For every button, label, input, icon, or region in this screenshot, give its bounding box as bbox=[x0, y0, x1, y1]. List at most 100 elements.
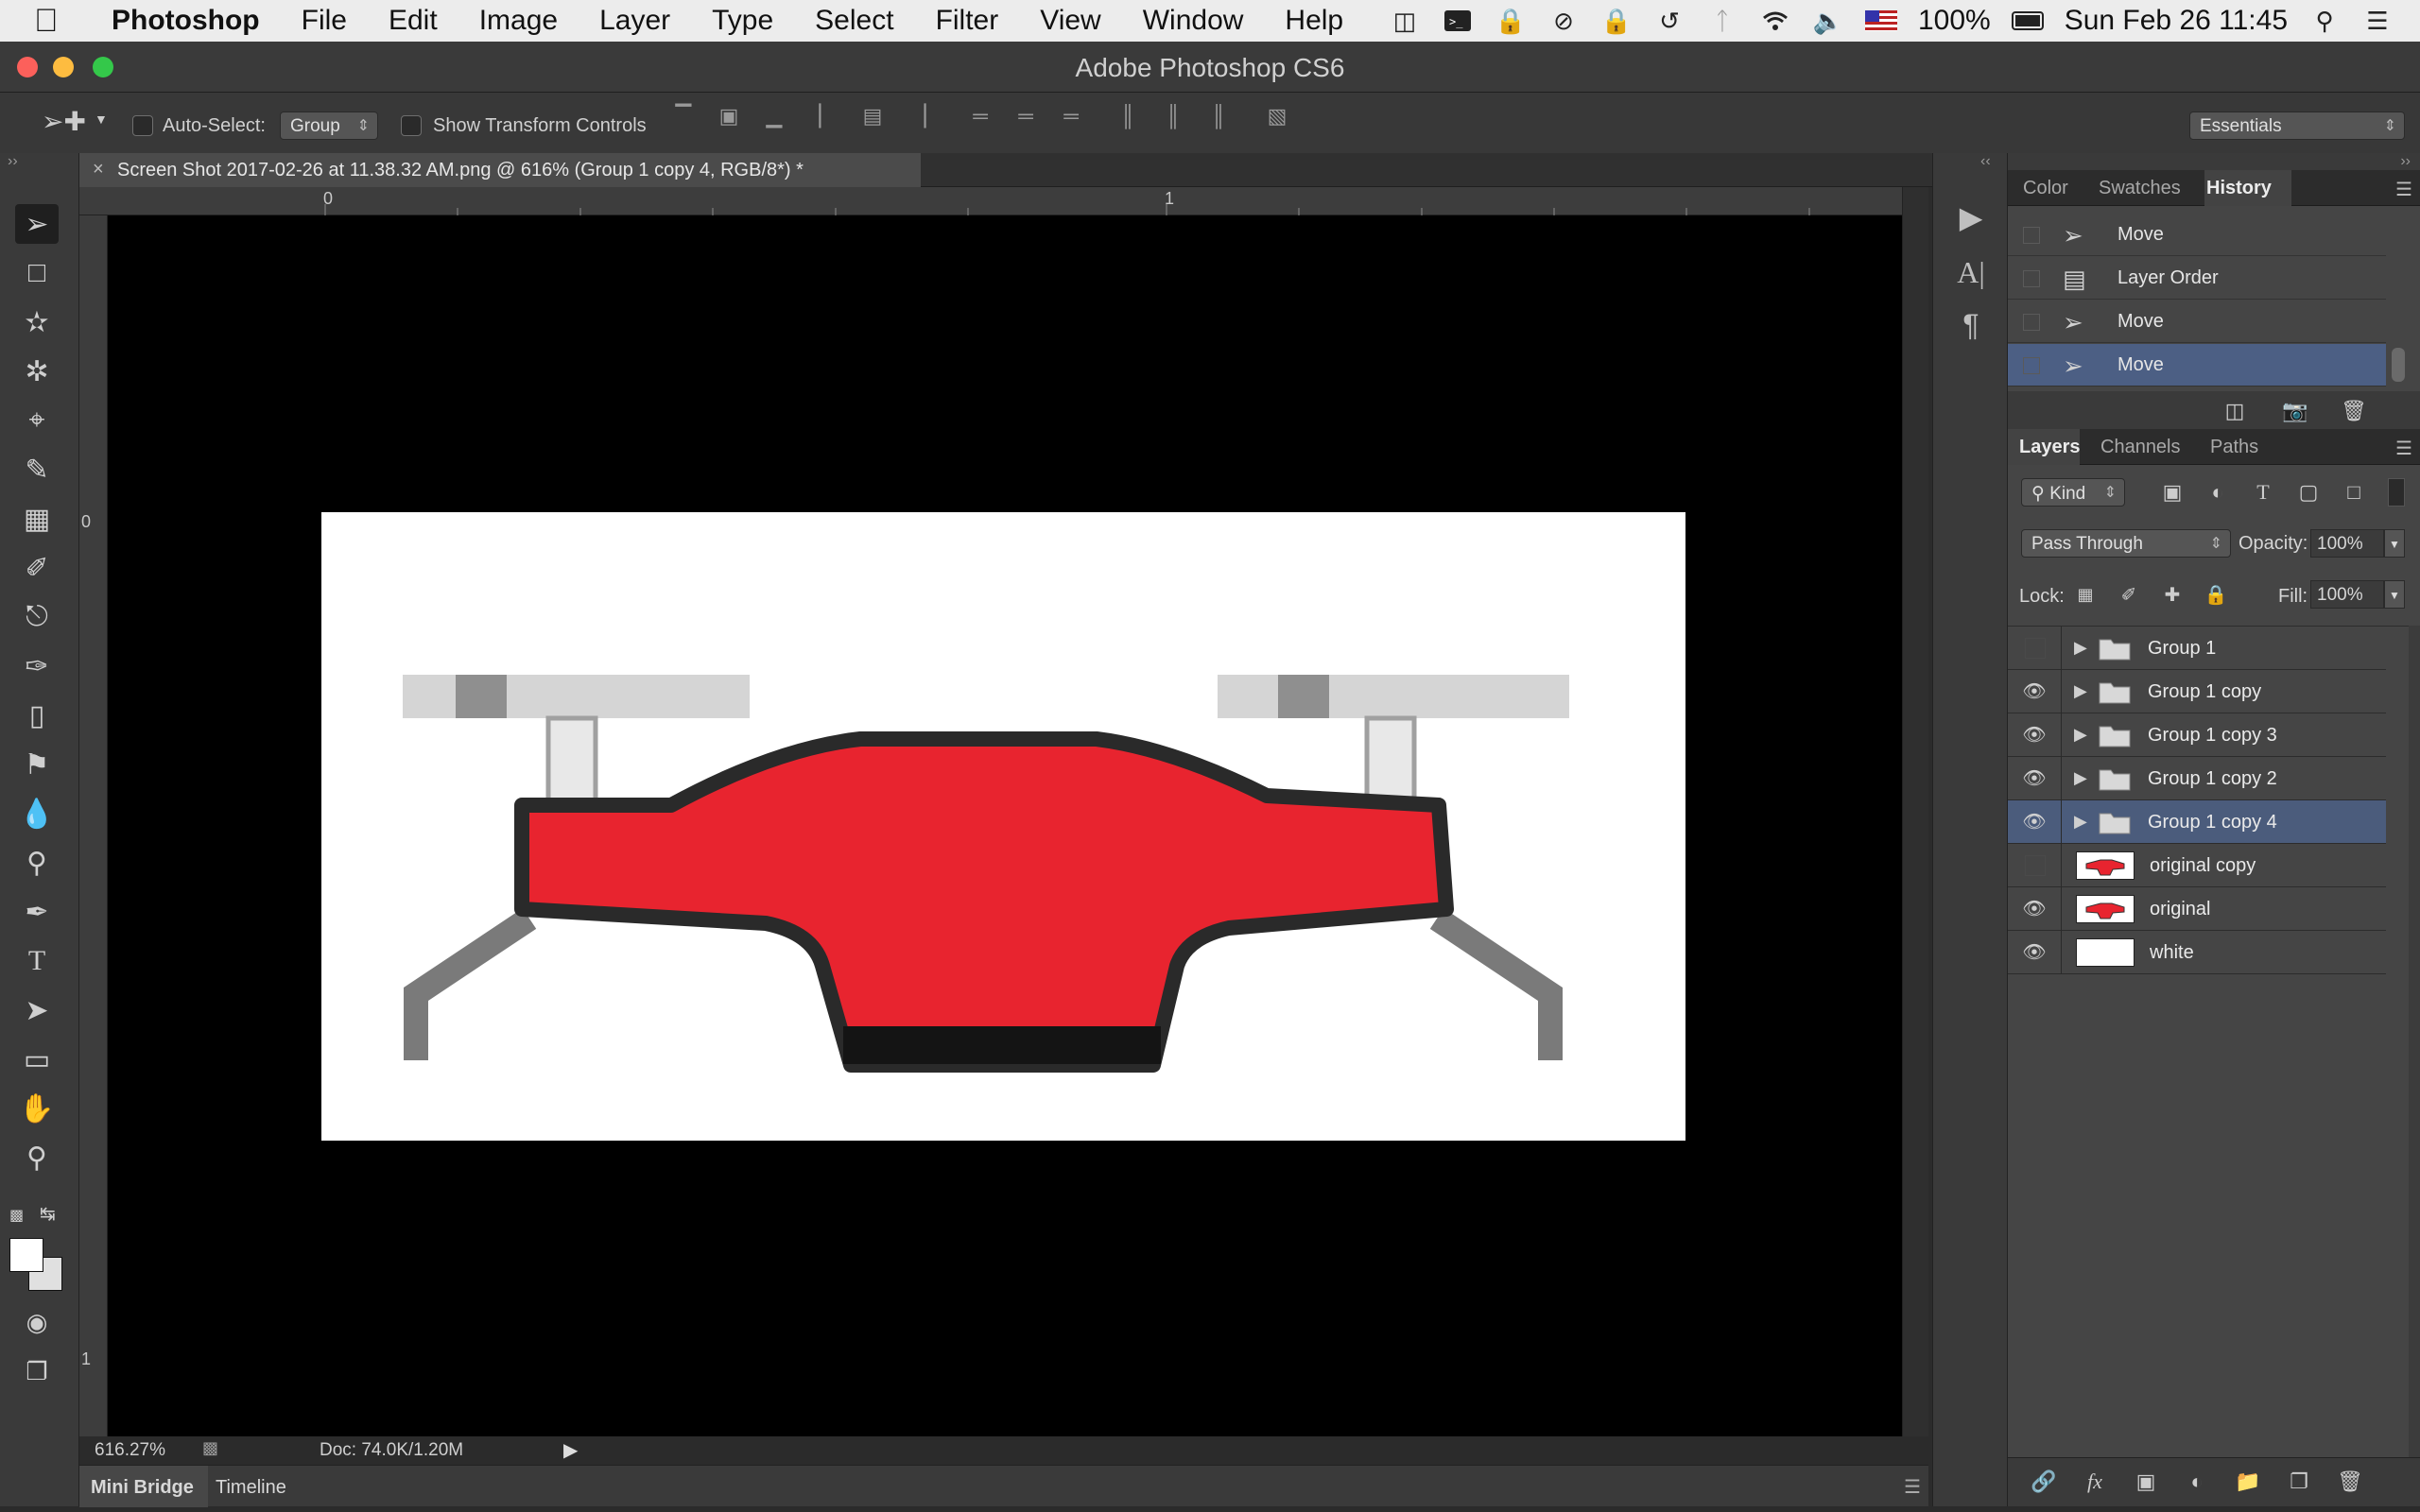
status-menu-arrow-icon[interactable]: ▶ bbox=[563, 1438, 578, 1462]
tab-channels[interactable]: Channels bbox=[2100, 437, 2181, 458]
expand-arrow-icon[interactable]: ▶ bbox=[2074, 638, 2087, 658]
menubar-clock[interactable]: Sun Feb 26 11:45 bbox=[2065, 5, 2288, 37]
zoom-level[interactable]: 616.27% bbox=[95, 1440, 165, 1461]
lock-all-icon[interactable]: 🔒 bbox=[2201, 580, 2231, 609]
visibility-toggle-empty[interactable] bbox=[2025, 855, 2046, 876]
menu-image[interactable]: Image bbox=[458, 5, 579, 37]
align-vcenter-icon[interactable]: ▣ bbox=[715, 104, 743, 132]
distribute-right-icon[interactable]: ║ bbox=[1204, 104, 1233, 132]
filter-toggle-switch[interactable] bbox=[2388, 478, 2405, 507]
dodge-tool-icon[interactable]: ⚲ bbox=[15, 843, 59, 883]
battery-icon[interactable] bbox=[2011, 7, 2044, 35]
eye-icon[interactable]: 👁 bbox=[2021, 766, 2048, 791]
new-group-icon[interactable]: 📁 bbox=[2233, 1468, 2263, 1496]
layers-scrollbar[interactable] bbox=[2409, 626, 2420, 1457]
chevron-down-icon[interactable]: ▼ bbox=[95, 112, 108, 127]
paint-bucket-tool-icon[interactable]: ⚑ bbox=[15, 745, 59, 784]
layer-row[interactable]: 👁 ▶ Group 1 copy bbox=[2008, 670, 2386, 713]
brush-tool-icon[interactable]: ✐ bbox=[15, 548, 59, 588]
paragraph-panel-icon[interactable]: ¶ bbox=[1950, 304, 1992, 346]
expand-arrow-icon[interactable]: ▶ bbox=[2074, 681, 2087, 701]
eyedropper-tool-icon[interactable]: ✎ bbox=[15, 450, 59, 490]
filter-smart-object-icon[interactable]: □ bbox=[2339, 478, 2369, 507]
workspace-dropdown[interactable]: Essentials bbox=[2189, 112, 2405, 140]
move-tool-icon[interactable]: ➢ bbox=[15, 204, 59, 244]
default-colors-icon[interactable]: ▩ bbox=[9, 1206, 24, 1225]
menu-help[interactable]: Help bbox=[1264, 5, 1364, 37]
tab-history[interactable]: History bbox=[2206, 178, 2272, 199]
actions-play-icon[interactable]: ▶ bbox=[1950, 197, 1992, 238]
distribute-left-icon[interactable]: ║ bbox=[1114, 104, 1142, 132]
link-layers-icon[interactable]: 🔗 bbox=[2029, 1468, 2059, 1496]
eye-icon[interactable]: 👁 bbox=[2021, 679, 2048, 704]
menu-edit[interactable]: Edit bbox=[368, 5, 458, 37]
swap-colors-icon[interactable]: ↹ bbox=[40, 1202, 56, 1226]
blur-tool-icon[interactable]: 💧 bbox=[15, 794, 59, 833]
lock-icon[interactable]: 🔒 bbox=[1600, 7, 1633, 35]
crop-tool-icon[interactable]: ⌖ bbox=[15, 401, 59, 440]
layer-row[interactable]: 👁 white bbox=[2008, 931, 2386, 974]
delete-layer-icon[interactable]: 🗑 bbox=[2335, 1468, 2365, 1496]
path-selection-tool-icon[interactable]: ➤ bbox=[15, 990, 59, 1030]
sync-icon[interactable]: ⊘ bbox=[1547, 7, 1580, 35]
pen-tool-icon[interactable]: ✒ bbox=[15, 892, 59, 932]
filter-adjustment-icon[interactable]: ◐ bbox=[2203, 478, 2233, 507]
layer-row[interactable]: 👁 ▶ Group 1 copy 2 bbox=[2008, 757, 2386, 800]
horizontal-ruler[interactable]: 0 1 bbox=[79, 187, 1902, 215]
add-mask-icon[interactable]: ▣ bbox=[2131, 1468, 2161, 1496]
eye-icon[interactable]: 👁 bbox=[2021, 810, 2048, 834]
lasso-tool-icon[interactable]: ✫ bbox=[15, 302, 59, 342]
tab-timeline[interactable]: Timeline bbox=[216, 1477, 286, 1499]
align-left-icon[interactable]: ▏ bbox=[813, 104, 841, 132]
foreground-color-swatch[interactable] bbox=[9, 1238, 43, 1272]
eye-icon[interactable]: 👁 bbox=[2021, 723, 2048, 747]
lock-transparency-icon[interactable]: ▦ bbox=[2070, 580, 2100, 609]
expand-arrow-icon[interactable]: ▶ bbox=[2074, 812, 2087, 832]
history-item[interactable]: ➢ Move bbox=[2008, 214, 2386, 256]
layer-row[interactable]: 👁 original bbox=[2008, 887, 2386, 931]
tab-mini-bridge[interactable]: Mini Bridge bbox=[91, 1477, 194, 1499]
menu-filter[interactable]: Filter bbox=[915, 5, 1020, 37]
expand-arrow-icon[interactable]: ▶ bbox=[2074, 725, 2087, 745]
healing-brush-tool-icon[interactable]: ▦ bbox=[15, 499, 59, 539]
flag-icon[interactable] bbox=[1864, 10, 1897, 31]
history-brush-tool-icon[interactable]: ✑ bbox=[15, 646, 59, 686]
zoom-tool-icon[interactable]: ⚲ bbox=[15, 1138, 59, 1177]
adjustment-layer-icon[interactable]: ◐ bbox=[2182, 1468, 2212, 1496]
screen-mode-icon[interactable]: ❐ bbox=[15, 1351, 59, 1391]
menu-select[interactable]: Select bbox=[794, 5, 914, 37]
history-scrollbar-thumb[interactable] bbox=[2392, 348, 2405, 382]
eraser-tool-icon[interactable]: ▯ bbox=[15, 696, 59, 735]
auto-select-checkbox[interactable] bbox=[132, 115, 153, 136]
magic-wand-tool-icon[interactable]: ✲ bbox=[15, 352, 59, 391]
move-tool-preset-icon[interactable]: ➢✚ bbox=[42, 106, 86, 137]
show-transform-checkbox[interactable] bbox=[401, 115, 422, 136]
close-tab-icon[interactable]: × bbox=[93, 159, 104, 180]
layer-row[interactable]: 👁 ▶ Group 1 copy 3 bbox=[2008, 713, 2386, 757]
distribute-vcenter-icon[interactable]: ═ bbox=[1011, 104, 1040, 132]
snapshot-camera-icon[interactable]: 📷 bbox=[2280, 397, 2310, 425]
vertical-scrollbar[interactable] bbox=[1902, 187, 1928, 1436]
history-item[interactable]: ▤ Layer Order bbox=[2008, 257, 2386, 300]
layer-row[interactable]: ▶ Group 1 bbox=[2008, 627, 2386, 670]
character-panel-icon[interactable]: A| bbox=[1950, 251, 1992, 293]
align-bottom-icon[interactable]: ▁ bbox=[760, 104, 788, 132]
history-panel-menu-icon[interactable]: ☰ bbox=[2395, 178, 2412, 201]
wifi-icon[interactable] bbox=[1759, 7, 1791, 35]
auto-select-dropdown[interactable]: Group bbox=[280, 112, 378, 140]
panel-menu-icon[interactable]: ☰ bbox=[1904, 1475, 1921, 1499]
rectangle-tool-icon[interactable]: ▭ bbox=[15, 1040, 59, 1079]
menu-layer[interactable]: Layer bbox=[579, 5, 691, 37]
airplay-icon[interactable]: ◫ bbox=[1389, 7, 1421, 35]
clone-stamp-tool-icon[interactable]: ⎋ bbox=[15, 597, 59, 637]
tab-layers[interactable]: Layers bbox=[2019, 437, 2081, 458]
align-hcenter-icon[interactable]: ▤ bbox=[858, 104, 887, 132]
terminal-icon[interactable]: >_ bbox=[1442, 7, 1474, 35]
eye-icon[interactable]: 👁 bbox=[2021, 940, 2048, 965]
hand-tool-icon[interactable]: ✋ bbox=[15, 1089, 59, 1128]
menu-file[interactable]: File bbox=[281, 5, 368, 37]
history-item-selected[interactable]: ➢ Move bbox=[2008, 344, 2386, 387]
filter-pixel-icon[interactable]: ▣ bbox=[2157, 478, 2187, 507]
opacity-input[interactable]: 100% bbox=[2310, 529, 2384, 558]
blend-mode-dropdown[interactable]: Pass Through bbox=[2021, 529, 2231, 558]
